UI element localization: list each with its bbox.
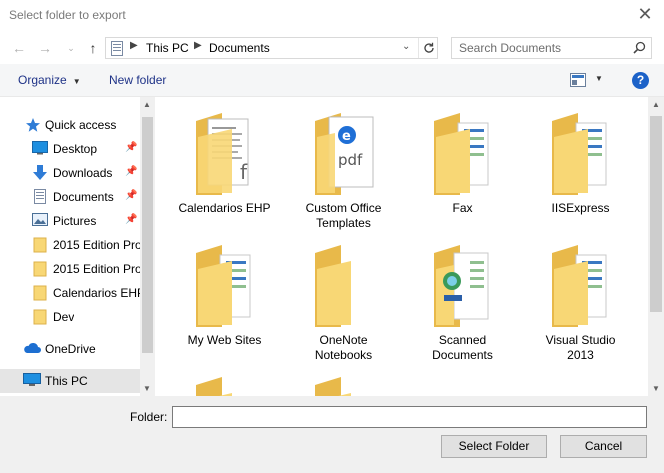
new-folder-button[interactable]: New folder <box>109 73 166 87</box>
folder-icon <box>196 245 251 327</box>
search-placeholder: Search Documents <box>459 41 562 55</box>
folder-icon <box>33 237 47 253</box>
sidebar-item-onedrive[interactable]: OneDrive <box>0 337 140 361</box>
folder-tile-custom-office-templates[interactable]: e pdf Custom Office Templates <box>286 97 401 230</box>
select-folder-button[interactable]: Select Folder <box>441 435 547 458</box>
navigation-bar: ← → ⌄ ↑ ▶ This PC ▶ Documents ⌄ Search D… <box>0 32 664 64</box>
organize-menu-button[interactable]: Organize ▼ <box>18 73 81 87</box>
pin-icon[interactable]: 📌 <box>125 190 137 201</box>
scroll-down-icon[interactable]: ▼ <box>652 384 660 393</box>
folder-icon <box>552 245 607 327</box>
folder-tile[interactable] <box>286 361 401 396</box>
command-bar: Organize ▼ New folder ▼ ? <box>0 64 664 97</box>
folder-tile-visual-studio-2013[interactable]: Visual Studio 2013 <box>523 229 638 362</box>
sidebar-scrollbar[interactable]: ▲ ▼ <box>140 97 155 396</box>
pin-icon[interactable]: 📌 <box>125 214 137 225</box>
folder-tile[interactable] <box>167 361 282 396</box>
folder-caption: Calendarios EHP <box>178 201 271 215</box>
folder-tile-iisexpress[interactable]: IISExpress <box>523 97 638 225</box>
folder-tile-fax[interactable]: Fax <box>405 97 520 225</box>
sidebar-item-folder[interactable]: Calendarios EHP <box>0 281 140 305</box>
breadcrumb-this-pc[interactable]: This PC <box>146 41 189 55</box>
sidebar-item-folder[interactable]: 2015 Edition Pro <box>0 233 140 257</box>
sidebar-item-folder[interactable]: Dev <box>0 305 140 329</box>
svg-text:pdf: pdf <box>338 151 363 169</box>
svg-text:f: f <box>240 160 248 184</box>
window-title: Select folder to export <box>9 8 126 22</box>
sidebar-item-quick-access[interactable]: Quick access <box>0 113 140 137</box>
desktop-icon <box>32 141 48 155</box>
refresh-icon[interactable] <box>418 38 438 58</box>
scanned-folder-icon <box>434 245 489 327</box>
view-options-icon[interactable] <box>570 73 586 87</box>
breadcrumb-documents[interactable]: Documents <box>209 41 270 55</box>
view-dropdown-icon[interactable]: ▼ <box>595 74 603 83</box>
folder-caption: Custom Office Templates <box>305 201 382 230</box>
pin-icon[interactable]: 📌 <box>125 142 137 153</box>
sidebar-item-folder[interactable]: 2015 Edition Pro <box>0 257 140 281</box>
document-folder-icon: f <box>196 113 249 195</box>
folder-label: Folder: <box>130 410 168 424</box>
sidebar-item-pictures[interactable]: Pictures 📌 <box>0 209 140 233</box>
folder-caption: Visual Studio 2013 <box>545 333 616 362</box>
folder-icon <box>434 113 489 195</box>
computer-icon <box>23 373 41 386</box>
sidebar-scroll-thumb[interactable] <box>142 117 153 353</box>
sidebar-item-downloads[interactable]: Downloads 📌 <box>0 161 140 185</box>
search-box[interactable]: Search Documents <box>451 37 652 59</box>
folder-view: f Calendarios EHP e pdf Custom Office Tem… <box>155 97 648 396</box>
folder-icon <box>315 377 351 396</box>
folder-caption: My Web Sites <box>187 333 262 347</box>
breadcrumb-separator-icon: ▶ <box>130 40 138 51</box>
folder-caption: Scanned Documents <box>432 333 493 362</box>
folder-icon <box>33 309 47 325</box>
folder-tile-scanned-documents[interactable]: Scanned Documents <box>405 229 520 362</box>
svg-text:e: e <box>342 129 351 144</box>
star-icon <box>26 118 40 132</box>
sidebar-item-desktop[interactable]: Desktop 📌 <box>0 137 140 161</box>
caret-down-icon: ▼ <box>72 77 81 86</box>
help-icon[interactable]: ? <box>632 72 649 89</box>
up-arrow-icon[interactable]: ↑ <box>84 39 102 57</box>
address-bar[interactable]: ▶ This PC ▶ Documents ⌄ <box>105 37 438 59</box>
folder-name-input[interactable] <box>172 406 647 428</box>
folder-icon <box>33 261 47 277</box>
back-arrow-icon[interactable]: ← <box>10 39 28 57</box>
scroll-down-icon[interactable]: ▼ <box>143 384 151 393</box>
folder-caption: IISExpress <box>551 201 610 215</box>
close-icon[interactable]: ✕ <box>636 5 654 23</box>
scroll-up-icon[interactable]: ▲ <box>652 100 660 109</box>
recent-locations-chevron-icon[interactable]: ⌄ <box>62 39 80 57</box>
content-scroll-thumb[interactable] <box>650 116 662 312</box>
pdf-folder-icon: e pdf <box>315 113 374 195</box>
folder-tile-my-web-sites[interactable]: My Web Sites <box>167 229 282 357</box>
cancel-button[interactable]: Cancel <box>560 435 647 458</box>
sidebar-item-documents[interactable]: Documents 📌 <box>0 185 140 209</box>
navigation-pane: Quick access Desktop 📌 Downloads 📌 Docum… <box>0 97 155 396</box>
empty-folder-icon <box>315 245 351 327</box>
folder-tile-onenote-notebooks[interactable]: OneNote Notebooks <box>286 229 401 362</box>
content-scrollbar[interactable]: ▲ ▼ <box>648 97 664 396</box>
download-icon <box>33 165 47 180</box>
address-dropdown-icon[interactable]: ⌄ <box>402 41 410 52</box>
folder-icon <box>552 113 607 195</box>
forward-arrow-icon[interactable]: → <box>36 39 54 57</box>
folder-caption: Fax <box>452 201 473 215</box>
breadcrumb-separator-icon: ▶ <box>194 40 202 51</box>
folder-icon <box>33 285 47 301</box>
pin-icon[interactable]: 📌 <box>125 166 137 177</box>
address-document-icon <box>111 41 123 56</box>
pictures-icon <box>32 213 48 226</box>
scroll-up-icon[interactable]: ▲ <box>143 100 151 109</box>
folder-icon <box>196 377 232 396</box>
sidebar-item-this-pc[interactable]: This PC <box>0 369 140 393</box>
title-bar: Select folder to export ✕ <box>0 0 664 32</box>
folder-caption: OneNote Notebooks <box>314 333 373 362</box>
folder-tile-calendarios-ehp[interactable]: f Calendarios EHP <box>167 97 282 225</box>
cloud-icon <box>24 342 41 353</box>
search-icon[interactable] <box>633 41 646 54</box>
document-icon <box>34 189 46 204</box>
dialog-footer: Folder: Select Folder Cancel <box>0 396 664 473</box>
